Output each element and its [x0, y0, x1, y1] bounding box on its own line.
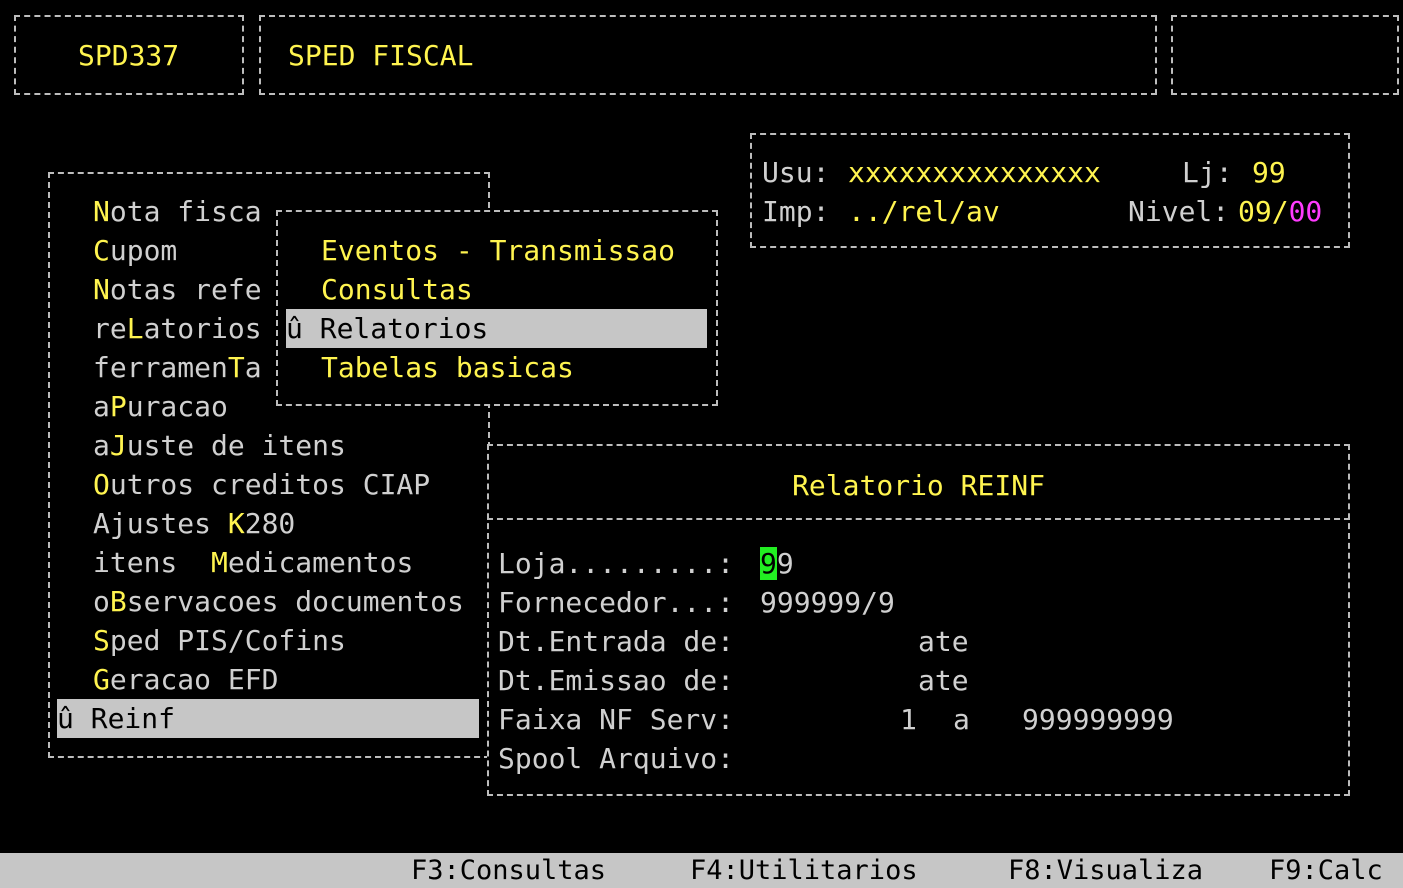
main-menu-item[interactable]: ferramenTa [93, 348, 262, 387]
submenu-item[interactable]: Consultas [321, 270, 473, 309]
faixa-label: Faixa NF Serv: [498, 703, 735, 736]
level-value: 09/00 [1238, 195, 1323, 228]
submenu-item[interactable]: Eventos - Transmissao [321, 231, 675, 270]
program-code: SPD337 [78, 39, 180, 72]
dt-entrada-ate: ate [918, 625, 969, 658]
f8-visualiza[interactable]: F8:Visualiza [1008, 855, 1203, 886]
store-label: Lj: [1182, 156, 1233, 189]
faixa-from-field[interactable]: 1 [900, 700, 917, 739]
printer-value: ../rel/av [848, 195, 1000, 228]
header-right-box [1171, 15, 1399, 95]
main-menu-item[interactable]: Outros creditos CIAP [93, 465, 430, 504]
main-menu-item[interactable]: reLatorios [93, 309, 262, 348]
submenu-item-tabelas[interactable]: Tabelas basicas [321, 348, 574, 387]
system-title: SPED FISCAL [288, 39, 474, 72]
user-label: Usu: [762, 156, 830, 189]
main-menu-item[interactable]: aJuste de itens [93, 426, 346, 465]
main-menu-item[interactable]: Nota fisca [93, 192, 262, 231]
loja-field[interactable]: 99 [760, 544, 794, 583]
faixa-separator: a [953, 703, 970, 736]
f4-utilitarios[interactable]: F4:Utilitarios [690, 855, 918, 886]
faixa-to-field[interactable]: 999999999 [1022, 700, 1174, 739]
dt-entrada-label: Dt.Entrada de: [498, 625, 735, 658]
user-value: xxxxxxxxxxxxxxx [848, 156, 1101, 189]
main-menu-item[interactable]: aPuracao [93, 387, 228, 426]
submenu-items: Eventos - Transmissao Consultas [321, 231, 711, 309]
loja-label: Loja.........: [498, 547, 735, 580]
report-dialog-title: Relatorio REINF [792, 469, 1045, 502]
spool-label: Spool Arquivo: [498, 742, 735, 775]
report-dialog-divider [487, 518, 1350, 520]
f9-calc[interactable]: F9:Calc [1269, 855, 1383, 886]
f3-consultas[interactable]: F3:Consultas [411, 855, 606, 886]
main-menu-item[interactable]: oBservacoes documentos [93, 582, 464, 621]
function-key-bar: F3:Consultas F4:Utilitarios F8:Visualiza… [0, 853, 1403, 888]
dt-emissao-ate: ate [918, 664, 969, 697]
main-menu-item-reinf[interactable]: û Reinf [57, 699, 479, 738]
fornecedor-label: Fornecedor...: [498, 586, 735, 619]
main-menu-item[interactable]: Geracao EFD [93, 660, 278, 699]
main-menu-item[interactable]: Sped PIS/Cofins [93, 621, 346, 660]
main-menu-item[interactable]: Cupom [93, 231, 177, 270]
fornecedor-field[interactable]: 999999/9 [760, 583, 895, 622]
main-menu-item[interactable]: Ajustes K280 [93, 504, 295, 543]
printer-label: Imp: [762, 195, 830, 228]
dt-emissao-label: Dt.Emissao de: [498, 664, 735, 697]
level-label: Nivel: [1128, 195, 1230, 228]
submenu-item-relatorios[interactable]: û Relatorios [286, 309, 707, 348]
main-menu-item[interactable]: Notas refe [93, 270, 262, 309]
store-value: 99 [1252, 156, 1286, 189]
main-menu-item[interactable]: itens Medicamentos [93, 543, 413, 582]
